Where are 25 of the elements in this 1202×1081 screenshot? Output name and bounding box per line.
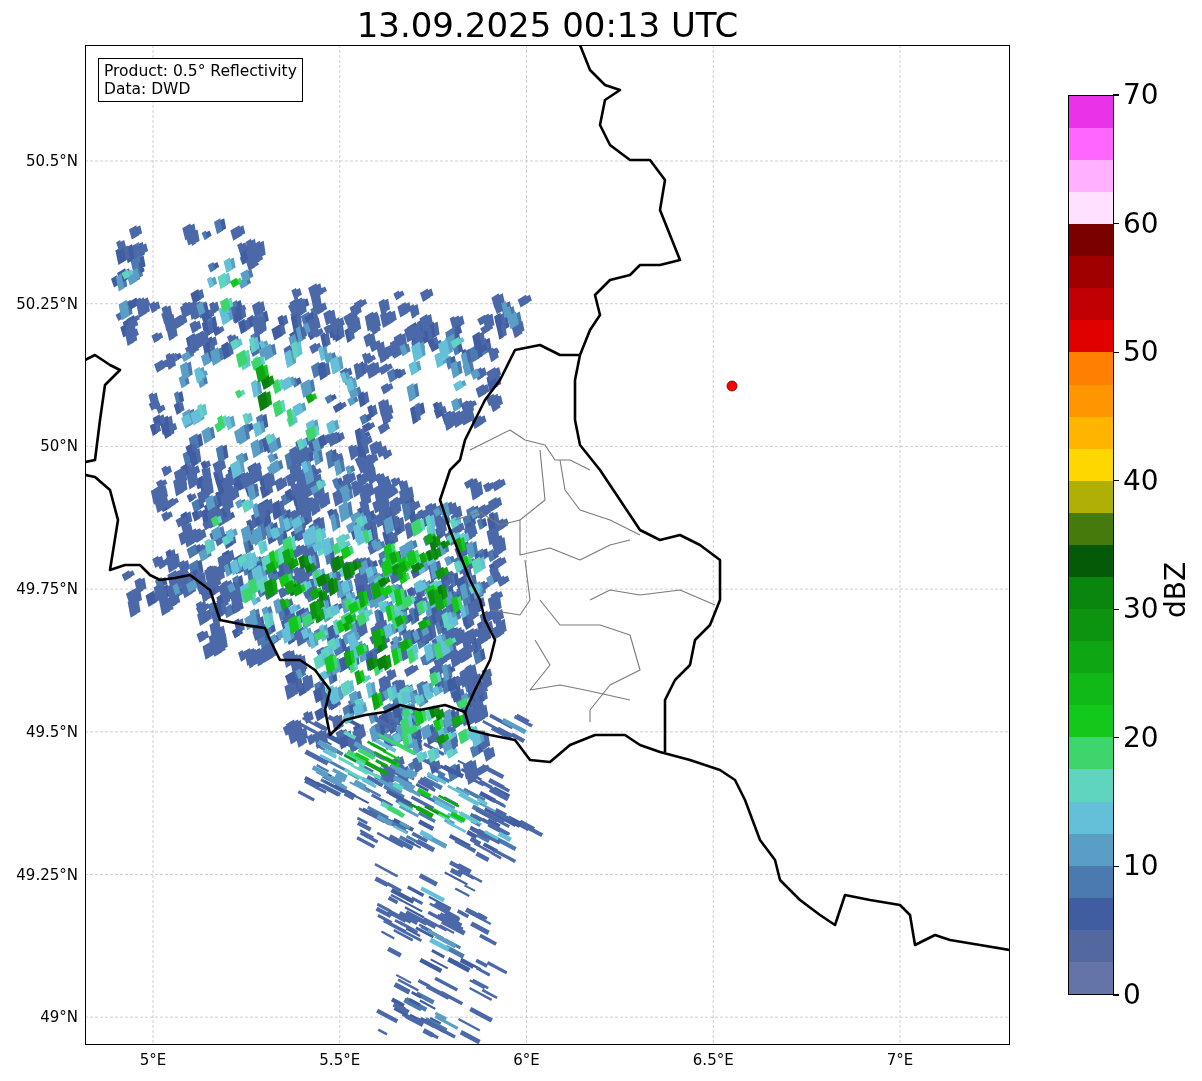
colorbar-tick-label: 50 [1123, 336, 1159, 369]
colorbar-label: dBZ [1160, 561, 1192, 619]
station-marker [726, 380, 738, 392]
colorbar-tick-label: 40 [1123, 464, 1159, 497]
colorbar-tick-label: 10 [1123, 850, 1159, 883]
colorbar-tick-label: 60 [1123, 207, 1159, 240]
axis-tick-label: 50.25°N [16, 294, 78, 313]
axis-tick-label: 49.75°N [16, 580, 78, 599]
axis-tick-label: 5.5°E [319, 1051, 361, 1069]
axis-tick-label: 50.5°N [25, 152, 78, 170]
axis-tick-label: 5°E [139, 1051, 167, 1069]
colorbar-tick-label: 0 [1123, 979, 1141, 1011]
axis-tick-label: 7°E [886, 1051, 914, 1069]
info-text: Data: DWD [104, 80, 192, 98]
axis-tick-label: 50°N [40, 437, 78, 456]
colorbar-tick-label: 20 [1123, 721, 1159, 754]
axis-tick-label: 49.5°N [25, 722, 78, 741]
axis-tick-label: 6°E [513, 1051, 540, 1069]
axis-tick-label: 49.25°N [16, 865, 78, 884]
chart-title: 13.09.2025 00:13 UTC [356, 5, 739, 45]
colorbar-tick-label: 70 [1123, 79, 1159, 111]
colorbar-tick-label: 30 [1123, 593, 1159, 626]
axis-tick-label: 49°N [40, 1008, 78, 1027]
axis-tick-label: 6.5°E [692, 1051, 734, 1069]
info-text: Product: 0.5° Reflectivity [104, 62, 297, 80]
